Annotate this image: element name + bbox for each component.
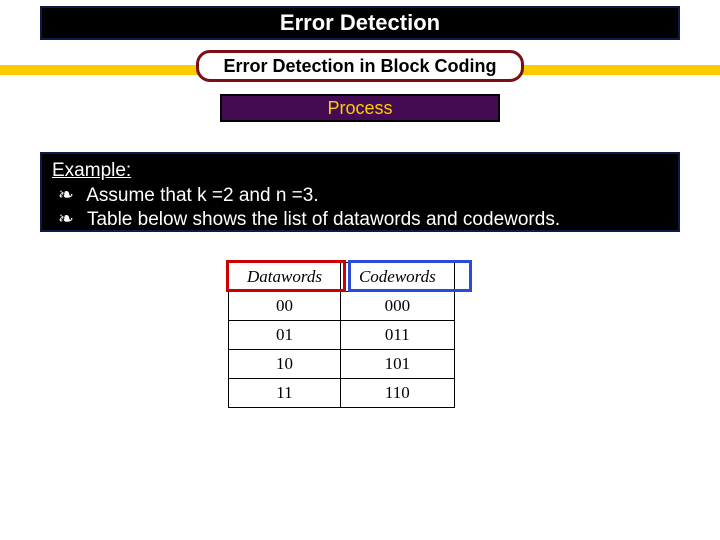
example-box: Example: ❧ Assume that k =2 and n =3. ❧ … [40, 152, 680, 232]
cell-codeword: 110 [340, 379, 454, 408]
cell-dataword: 00 [229, 292, 341, 321]
cell-dataword: 10 [229, 350, 341, 379]
list-item: ❧ Assume that k =2 and n =3. [52, 184, 668, 207]
bullet-text: Assume that k =2 and n =3. [86, 185, 318, 206]
table-row: 10 101 [229, 350, 455, 379]
col-datawords: Datawords [229, 263, 341, 292]
cell-codeword: 000 [340, 292, 454, 321]
cell-dataword: 01 [229, 321, 341, 350]
floral-bullet-icon: ❧ [58, 208, 82, 231]
example-list: ❧ Assume that k =2 and n =3. ❧ Table bel… [52, 184, 668, 231]
section-label: Process [220, 94, 500, 122]
cell-dataword: 11 [229, 379, 341, 408]
dataword-codeword-table: Datawords Codewords 00 000 01 011 10 101… [228, 262, 455, 408]
slide-page: Error Detection Error Detection in Block… [0, 0, 720, 540]
subtitle-pill: Error Detection in Block Coding [196, 50, 524, 82]
cell-codeword: 011 [340, 321, 454, 350]
table-row: 11 110 [229, 379, 455, 408]
floral-bullet-icon: ❧ [58, 184, 82, 207]
page-title: Error Detection [40, 6, 680, 40]
example-label: Example: [52, 160, 131, 181]
table-row: 01 011 [229, 321, 455, 350]
bullet-text: Table below shows the list of datawords … [87, 209, 560, 230]
table-header-row: Datawords Codewords [229, 263, 455, 292]
cell-codeword: 101 [340, 350, 454, 379]
col-codewords: Codewords [340, 263, 454, 292]
table-row: 00 000 [229, 292, 455, 321]
list-item: ❧ Table below shows the list of dataword… [52, 208, 668, 231]
